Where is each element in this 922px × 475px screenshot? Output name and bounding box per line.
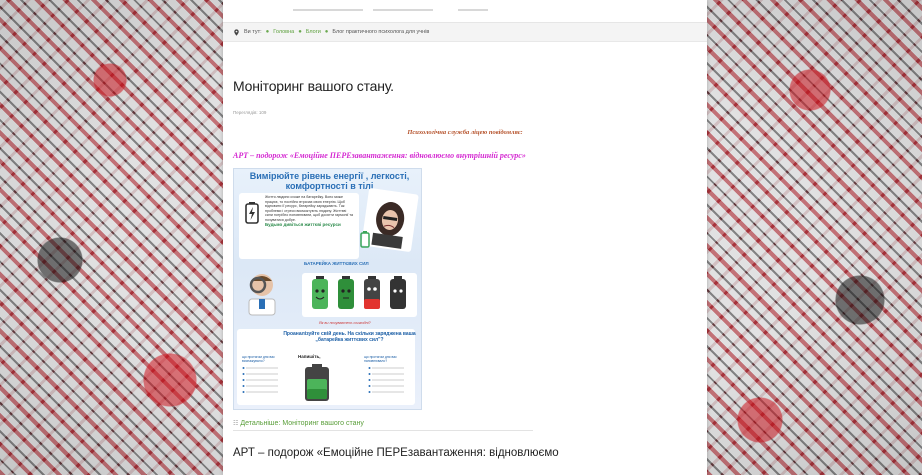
battery-level-icon xyxy=(305,364,329,401)
breadcrumb-separator: ● xyxy=(265,29,270,35)
breadcrumb-blogs[interactable]: Блоги xyxy=(306,29,321,35)
event-announcement: АРТ – подорож «Емоційне ПЕРЕзавантаження… xyxy=(233,151,526,160)
top-navigation xyxy=(223,0,707,23)
lines-list-right xyxy=(368,367,404,393)
batteries-row-image xyxy=(302,273,417,317)
breadcrumb: Ви тут: ● Головна ● Блоги ● Блог практич… xyxy=(223,23,707,42)
read-more-icon: ☷ xyxy=(233,421,239,427)
location-pin-icon xyxy=(234,28,239,36)
poster-question: Як ви почуваєтесь сьогодні? xyxy=(319,321,371,325)
breadcrumb-separator: ● xyxy=(324,29,329,35)
breadcrumb-prefix: Ви тут: xyxy=(244,29,262,35)
article: Моніторинг вашого стану. Переглядів: 109… xyxy=(223,78,707,459)
write-label: Напишіть, xyxy=(298,354,321,359)
poster-card-highlight: Будьмо дивіться життєві ресурси xyxy=(265,221,341,227)
read-more-text: Детальніше: Моніторинг вашого стану xyxy=(240,420,364,427)
service-notice: Психологічна служба ліцею повідомляє: xyxy=(407,129,523,136)
breadcrumb-separator: ● xyxy=(298,29,302,35)
lines-list-left xyxy=(242,367,278,393)
read-more-link[interactable]: ☷ Детальніше: Моніторинг вашого стану xyxy=(233,420,533,431)
nav-item-1[interactable] xyxy=(293,9,363,11)
breadcrumb-current: Блог практичного психолога для учнів xyxy=(332,29,430,35)
battery-outline-icon xyxy=(360,231,370,248)
drained-column-label: що протягом дня вас виснажувало? xyxy=(242,355,275,363)
filled-column-label: що протягом дня вас наповнювало? xyxy=(364,355,397,363)
poster-card-text: Життя людини схоже на батарейку. Воно мо… xyxy=(265,195,355,227)
battery-charge-icon xyxy=(245,202,259,224)
nav-item-2[interactable] xyxy=(373,9,433,11)
poster-card-body: Життя людини схоже на батарейку. Воно мо… xyxy=(265,195,354,222)
nav-item-3[interactable] xyxy=(458,9,488,11)
infographic-image: Вимірюйте рівень енергії , легкості, ком… xyxy=(233,168,422,410)
poster-analyse-text: Проаналізуйте свій день. На скільки заря… xyxy=(283,331,416,343)
batteries-label: БАТАРЕЙКА ЖИТТЄВИХ СИЛ xyxy=(304,261,369,266)
poster-title: Вимірюйте рівень енергії , легкості, ком… xyxy=(249,171,410,191)
magnifier-doctor-icon xyxy=(248,274,276,316)
content-column: Ви тут: ● Головна ● Блоги ● Блог практич… xyxy=(223,0,707,475)
next-article-title[interactable]: АРТ – подорож «Емоційне ПЕРЕзавантаження… xyxy=(233,447,697,459)
article-title[interactable]: Моніторинг вашого стану. xyxy=(233,78,697,94)
views-count: Переглядів: 109 xyxy=(233,110,267,115)
breadcrumb-home[interactable]: Головна xyxy=(273,29,294,35)
